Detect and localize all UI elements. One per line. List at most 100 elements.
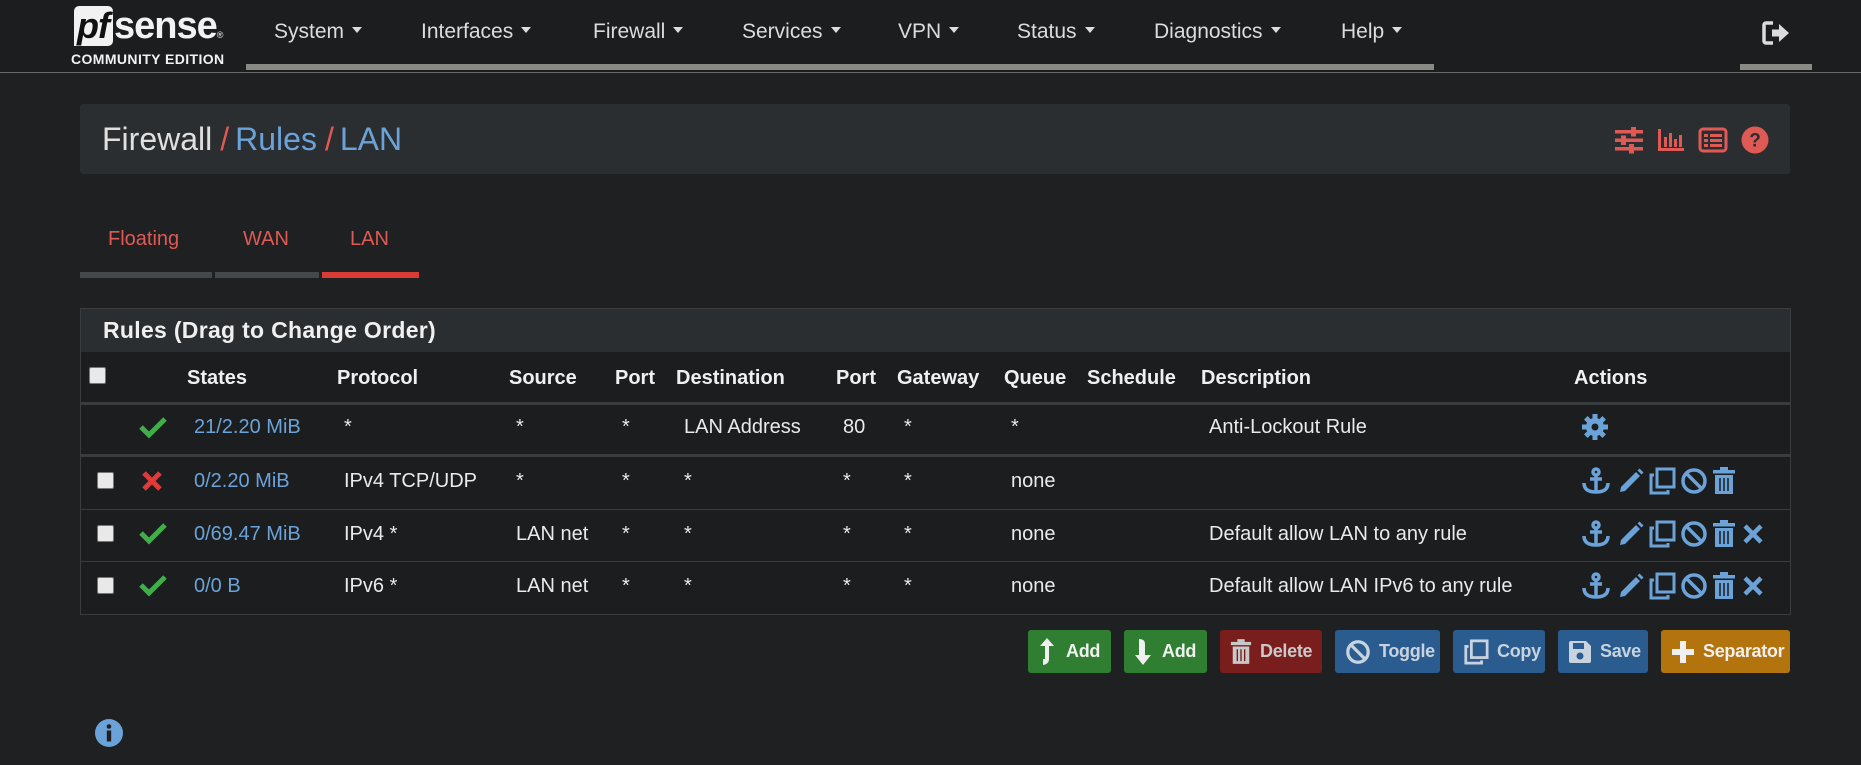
gear-icon[interactable] bbox=[1581, 413, 1609, 441]
sliders-icon[interactable] bbox=[1614, 125, 1644, 155]
delete-x-icon[interactable] bbox=[1742, 523, 1764, 545]
row-checkbox[interactable] bbox=[97, 525, 114, 542]
row-divider bbox=[81, 454, 1790, 457]
trash-icon[interactable] bbox=[1712, 467, 1736, 495]
col-gateway: Gateway bbox=[897, 367, 980, 389]
anchor-icon[interactable] bbox=[1581, 520, 1611, 548]
states-link[interactable]: 0/69.47 MiB bbox=[194, 523, 301, 546]
list-icon[interactable] bbox=[1698, 125, 1728, 155]
check-icon bbox=[139, 417, 167, 439]
logo-registered: ® bbox=[216, 30, 224, 40]
header-divider bbox=[81, 402, 1790, 405]
info-icon[interactable] bbox=[94, 718, 124, 748]
protocol-cell: * bbox=[344, 416, 352, 438]
protocol-cell: IPv6 * bbox=[344, 575, 398, 597]
help-icon[interactable]: ? bbox=[1740, 125, 1770, 155]
nav-help-menu[interactable]: Help bbox=[1341, 20, 1403, 44]
pencil-icon[interactable] bbox=[1617, 572, 1645, 600]
nav-vpn-menu[interactable]: VPN bbox=[898, 20, 960, 44]
tab-lan[interactable]: LAN bbox=[350, 228, 389, 251]
copy-icon[interactable] bbox=[1648, 467, 1676, 495]
nav-diagnostics-menu[interactable]: Diagnostics bbox=[1154, 20, 1281, 44]
anchor-icon[interactable] bbox=[1581, 467, 1611, 495]
dest-port-cell: * bbox=[843, 575, 851, 597]
tab-floating[interactable]: Floating bbox=[108, 228, 179, 251]
row-checkbox[interactable] bbox=[97, 577, 114, 594]
tab-wan[interactable]: WAN bbox=[243, 228, 289, 251]
toggle-label: Toggle bbox=[1379, 641, 1435, 661]
rules-panel-title: Rules (Drag to Change Order) bbox=[103, 317, 436, 343]
add-top-label: Add bbox=[1066, 641, 1101, 661]
destination-cell: * bbox=[684, 470, 692, 492]
row-checkbox[interactable] bbox=[97, 472, 114, 489]
breadcrumb-firewall: Firewall bbox=[102, 121, 213, 157]
nav-status-menu[interactable]: Status bbox=[1017, 20, 1095, 44]
delete-button[interactable]: Delete bbox=[1220, 630, 1322, 673]
nav-label: Status bbox=[1017, 20, 1077, 43]
tab-floating-indicator bbox=[80, 272, 212, 278]
description-cell: Default allow LAN to any rule bbox=[1209, 523, 1467, 545]
check-icon bbox=[139, 575, 167, 597]
copy-icon[interactable] bbox=[1648, 572, 1676, 600]
breadcrumb-lan[interactable]: LAN bbox=[340, 121, 402, 157]
nav-label: Help bbox=[1341, 20, 1385, 43]
port-cell: * bbox=[622, 575, 630, 597]
port-cell: * bbox=[622, 523, 630, 545]
breadcrumb-rules[interactable]: Rules bbox=[235, 121, 317, 157]
disable-icon[interactable] bbox=[1680, 467, 1708, 495]
copy-icon[interactable] bbox=[1648, 520, 1676, 548]
port-cell: * bbox=[622, 416, 630, 438]
nav-services-menu[interactable]: Services bbox=[742, 20, 841, 44]
source-cell: * bbox=[516, 470, 524, 492]
pencil-icon[interactable] bbox=[1617, 467, 1645, 495]
dest-port-cell: * bbox=[843, 523, 851, 545]
col-destination: Destination bbox=[676, 367, 785, 389]
caret-down-icon bbox=[949, 27, 960, 34]
trash-icon[interactable] bbox=[1712, 520, 1736, 548]
top-navbar: pf sense ® COMMUNITY EDITION System Interf… bbox=[0, 0, 1861, 73]
states-link[interactable]: 0/0 B bbox=[194, 575, 241, 598]
breadcrumb-separator: / bbox=[220, 121, 230, 157]
copy-button[interactable]: Copy bbox=[1453, 630, 1545, 673]
logo-edition: COMMUNITY EDITION bbox=[71, 51, 225, 67]
add-top-button[interactable]: Add bbox=[1028, 630, 1111, 673]
col-states: States bbox=[187, 367, 248, 389]
caret-down-icon bbox=[1270, 27, 1281, 34]
pfsense-logo[interactable]: pf sense ® COMMUNITY EDITION bbox=[71, 6, 231, 70]
row-divider bbox=[81, 561, 1790, 562]
rules-panel-heading: Rules (Drag to Change Order) bbox=[81, 309, 1790, 352]
arrow-down-icon bbox=[1135, 638, 1151, 665]
queue-cell: none bbox=[1011, 523, 1056, 545]
add-bottom-button[interactable]: Add bbox=[1124, 630, 1207, 673]
row-divider bbox=[81, 509, 1790, 510]
pencil-icon[interactable] bbox=[1617, 520, 1645, 548]
bar-chart-icon[interactable] bbox=[1656, 125, 1686, 155]
states-link[interactable]: 0/2.20 MiB bbox=[194, 470, 290, 493]
nav-system-menu[interactable]: System bbox=[274, 20, 363, 44]
logout-button[interactable] bbox=[1740, 20, 1812, 50]
save-label: Save bbox=[1600, 641, 1641, 661]
nav-interfaces-menu[interactable]: Interfaces bbox=[421, 20, 532, 44]
nav-firewall-menu[interactable]: Firewall bbox=[593, 20, 684, 44]
separator-button[interactable]: Separator bbox=[1661, 630, 1790, 673]
toggle-button[interactable]: Toggle bbox=[1335, 630, 1440, 673]
description-cell: Anti-Lockout Rule bbox=[1209, 416, 1367, 438]
caret-down-icon bbox=[1084, 27, 1095, 34]
disable-icon[interactable] bbox=[1680, 572, 1708, 600]
source-cell: LAN net bbox=[516, 575, 589, 597]
save-button[interactable]: Save bbox=[1558, 630, 1648, 673]
protocol-cell: IPv4 * bbox=[344, 523, 398, 545]
disable-icon[interactable] bbox=[1680, 520, 1708, 548]
delete-x-icon[interactable] bbox=[1742, 575, 1764, 597]
save-icon bbox=[1569, 640, 1591, 663]
dest-port-cell: * bbox=[843, 470, 851, 492]
queue-cell: * bbox=[1011, 416, 1019, 438]
col-dest-port: Port bbox=[836, 367, 876, 389]
nav-label: Firewall bbox=[593, 20, 666, 43]
states-link[interactable]: 21/2.20 MiB bbox=[194, 416, 301, 439]
nav-label: VPN bbox=[898, 20, 942, 43]
trash-icon[interactable] bbox=[1712, 572, 1736, 600]
destination-cell: * bbox=[684, 575, 692, 597]
select-all-checkbox[interactable] bbox=[89, 367, 106, 384]
anchor-icon[interactable] bbox=[1581, 572, 1611, 600]
